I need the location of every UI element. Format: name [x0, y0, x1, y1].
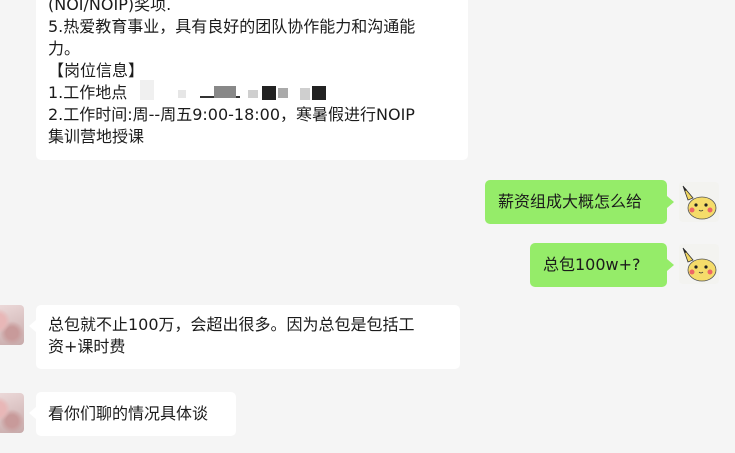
message-text: 薪资组成大概怎么给 — [498, 192, 643, 211]
message-line: 总包就不止100万，会超出很多。因为总包是包括工 — [48, 315, 415, 334]
pikachu-avatar[interactable] — [679, 182, 719, 222]
bubble-tail — [29, 407, 36, 419]
message-line: (NOI/NOIP)奖项. — [48, 0, 172, 14]
message-line: 力。 — [48, 39, 81, 58]
message-text: 看你们聊的情况具体谈 — [48, 404, 209, 423]
message-bubble-incoming[interactable]: 看你们聊的情况具体谈 — [36, 392, 236, 436]
message-bubble-incoming[interactable]: 总包就不止100万，会超出很多。因为总包是包括工 资+课时费 — [36, 305, 460, 369]
message-line: 【岗位信息】 — [48, 61, 145, 80]
bubble-tail — [29, 320, 36, 332]
bubble-tail — [667, 196, 674, 208]
message-bubble-outgoing[interactable]: 薪资组成大概怎么给 — [485, 180, 667, 224]
message-line: 5.热爱教育事业，具有良好的团队协作能力和沟通能 — [48, 17, 416, 36]
message-bubble-incoming[interactable]: (NOI/NOIP)奖项. 5.热爱教育事业，具有良好的团队协作能力和沟通能 力… — [36, 0, 468, 160]
photo-avatar[interactable] — [0, 305, 24, 345]
pikachu-avatar[interactable] — [679, 244, 719, 284]
photo-avatar[interactable] — [0, 393, 24, 433]
message-line: 集训营地授课 — [48, 127, 145, 146]
message-bubble-outgoing[interactable]: 总包100w+? — [530, 243, 667, 287]
pikachu-icon — [682, 185, 717, 220]
pikachu-icon — [682, 247, 717, 282]
bubble-tail — [667, 259, 674, 271]
message-text: 总包100w+? — [543, 255, 641, 274]
message-line: 2.工作时间:周--周五9:00-18:00，寒暑假进行NOIP — [48, 105, 415, 124]
message-line: 资+课时费 — [48, 337, 126, 356]
